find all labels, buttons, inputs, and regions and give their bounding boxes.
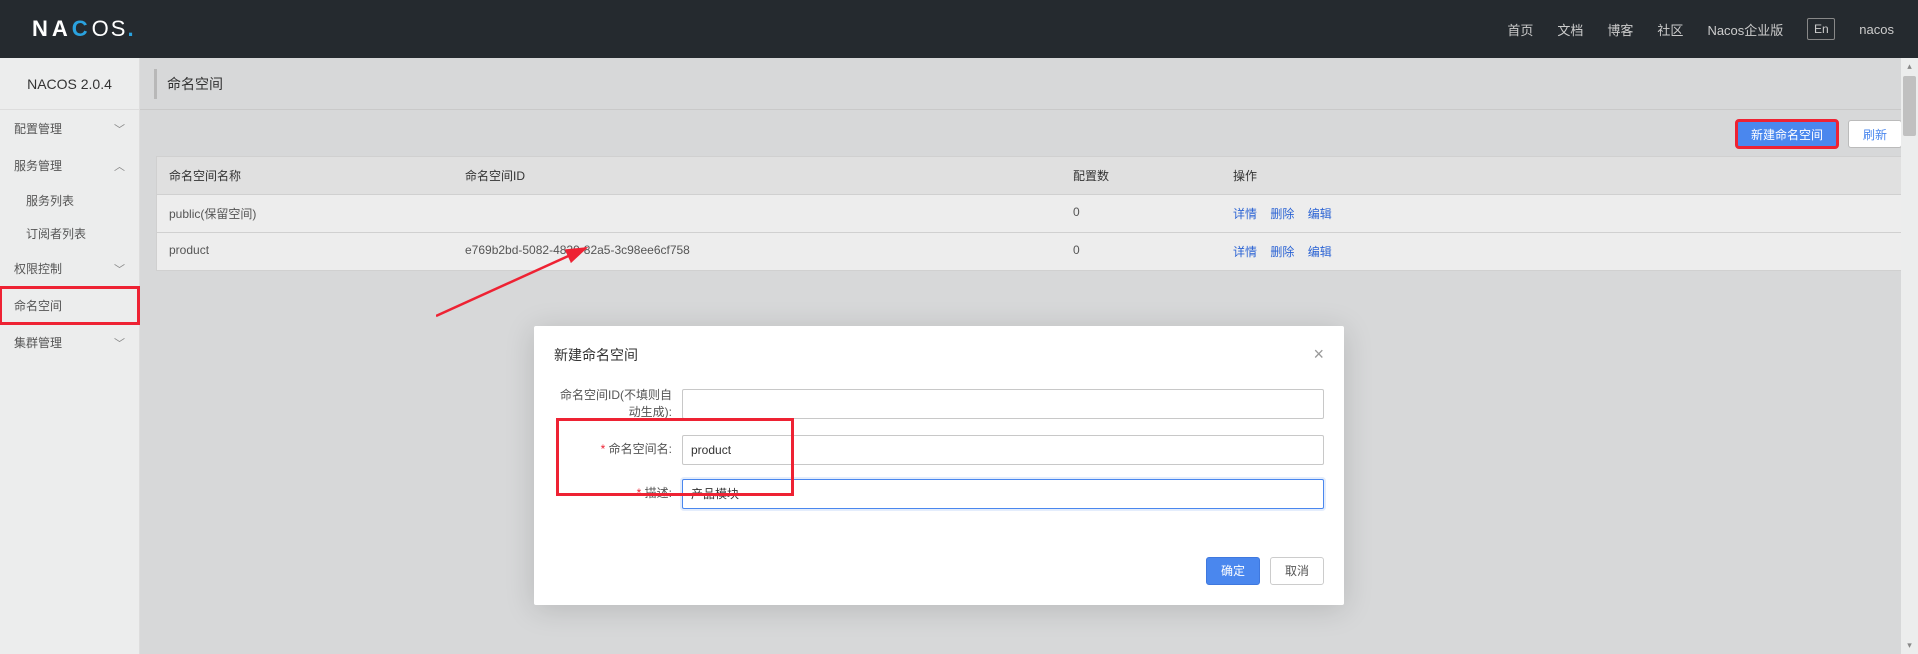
cell-name: public(保留空间) bbox=[157, 195, 453, 232]
op-delete[interactable]: 删除 bbox=[1270, 207, 1294, 221]
nav-user[interactable]: nacos bbox=[1859, 22, 1894, 37]
nav-community[interactable]: 社区 bbox=[1657, 20, 1683, 39]
form-row-id: 命名空间ID(不填则自动生成): bbox=[554, 387, 1324, 421]
op-edit[interactable]: 编辑 bbox=[1308, 207, 1332, 221]
sidebar-label: 命名空间 bbox=[14, 297, 62, 314]
sidebar-item-service-mgmt[interactable]: 服务管理 ︿ bbox=[0, 147, 139, 184]
create-namespace-button[interactable]: 新建命名空间 bbox=[1736, 120, 1838, 148]
cell-cfg: 0 bbox=[1061, 233, 1221, 270]
op-detail[interactable]: 详情 bbox=[1233, 207, 1257, 221]
cell-name: product bbox=[157, 233, 453, 270]
sidebar-label: 集群管理 bbox=[14, 334, 62, 351]
top-header: NACOS. 首页 文档 博客 社区 Nacos企业版 En nacos bbox=[0, 0, 1918, 58]
col-id: 命名空间ID bbox=[453, 157, 1061, 194]
sidebar-item-cluster-mgmt[interactable]: 集群管理 ﹀ bbox=[0, 324, 139, 361]
content-area: 命名空间 新建命名空间 刷新 命名空间名称 命名空间ID 配置数 操作 publ… bbox=[140, 58, 1918, 654]
table-row: product e769b2bd-5082-4829-82a5-3c98ee6c… bbox=[157, 233, 1901, 270]
label-namespace-name: 命名空间名: bbox=[554, 441, 682, 458]
scroll-down-icon[interactable]: ▾ bbox=[1901, 637, 1918, 654]
lang-toggle[interactable]: En bbox=[1807, 18, 1835, 40]
cancel-button[interactable]: 取消 bbox=[1270, 557, 1324, 585]
nav-home[interactable]: 首页 bbox=[1507, 20, 1533, 39]
chevron-down-icon: ﹀ bbox=[114, 335, 125, 351]
table-header: 命名空间名称 命名空间ID 配置数 操作 bbox=[157, 157, 1901, 195]
cell-id: e769b2bd-5082-4829-82a5-3c98ee6cf758 bbox=[453, 233, 1061, 270]
nav-docs[interactable]: 文档 bbox=[1557, 20, 1583, 39]
chevron-down-icon: ﹀ bbox=[114, 121, 125, 137]
page-title: 命名空间 bbox=[154, 69, 223, 99]
sidebar-item-config-mgmt[interactable]: 配置管理 ﹀ bbox=[0, 110, 139, 147]
table-row: public(保留空间) 0 详情 删除 编辑 bbox=[157, 195, 1901, 233]
scrollbar[interactable]: ▴ ▾ bbox=[1901, 58, 1918, 654]
cell-op: 详情 删除 编辑 bbox=[1221, 195, 1901, 232]
namespace-table: 命名空间名称 命名空间ID 配置数 操作 public(保留空间) 0 详情 删… bbox=[156, 156, 1902, 271]
ok-button[interactable]: 确定 bbox=[1206, 557, 1260, 585]
sidebar-label: 服务管理 bbox=[14, 157, 62, 174]
form-row-desc: 描述: bbox=[554, 479, 1324, 509]
op-delete[interactable]: 删除 bbox=[1270, 245, 1294, 259]
refresh-button[interactable]: 刷新 bbox=[1848, 120, 1902, 148]
modal-title: 新建命名空间 bbox=[554, 345, 638, 365]
modal-header: 新建命名空间 × bbox=[534, 326, 1344, 379]
op-edit[interactable]: 编辑 bbox=[1308, 245, 1332, 259]
sidebar-label: 配置管理 bbox=[14, 120, 62, 137]
label-namespace-id: 命名空间ID(不填则自动生成): bbox=[554, 387, 682, 421]
modal-body: 命名空间ID(不填则自动生成): 命名空间名: 描述: bbox=[534, 379, 1344, 543]
toolbar: 新建命名空间 刷新 bbox=[140, 110, 1918, 156]
top-nav: 首页 文档 博客 社区 Nacos企业版 En nacos bbox=[1507, 18, 1894, 40]
nav-enterprise[interactable]: Nacos企业版 bbox=[1707, 20, 1783, 39]
cell-cfg: 0 bbox=[1061, 195, 1221, 232]
sidebar-item-access-control[interactable]: 权限控制 ﹀ bbox=[0, 250, 139, 287]
logo: NACOS. bbox=[32, 16, 138, 42]
sidebar-version: NACOS 2.0.4 bbox=[0, 58, 139, 110]
create-namespace-modal: 新建命名空间 × 命名空间ID(不填则自动生成): 命名空间名: 描述: 确定 bbox=[534, 326, 1344, 605]
sidebar: NACOS 2.0.4 配置管理 ﹀ 服务管理 ︿ 服务列表 订阅者列表 权限控… bbox=[0, 58, 140, 654]
close-icon[interactable]: × bbox=[1313, 344, 1324, 365]
sidebar-sub-subscriber-list[interactable]: 订阅者列表 bbox=[0, 217, 139, 250]
page-title-bar: 命名空间 bbox=[140, 58, 1918, 110]
chevron-down-icon: ﹀ bbox=[114, 261, 125, 277]
col-op: 操作 bbox=[1221, 157, 1901, 194]
namespace-id-field[interactable] bbox=[682, 389, 1324, 419]
chevron-up-icon: ︿ bbox=[114, 158, 125, 174]
modal-footer: 确定 取消 bbox=[534, 543, 1344, 605]
label-desc: 描述: bbox=[554, 485, 682, 502]
col-name: 命名空间名称 bbox=[157, 157, 453, 194]
scroll-up-icon[interactable]: ▴ bbox=[1901, 58, 1918, 75]
cell-op: 详情 删除 编辑 bbox=[1221, 233, 1901, 270]
form-row-name: 命名空间名: bbox=[554, 435, 1324, 465]
sidebar-sub-service-list[interactable]: 服务列表 bbox=[0, 184, 139, 217]
col-cfg: 配置数 bbox=[1061, 157, 1221, 194]
desc-field[interactable] bbox=[682, 479, 1324, 509]
nav-blog[interactable]: 博客 bbox=[1607, 20, 1633, 39]
scroll-thumb[interactable] bbox=[1903, 76, 1916, 136]
namespace-name-field[interactable] bbox=[682, 435, 1324, 465]
sidebar-label: 权限控制 bbox=[14, 260, 62, 277]
sidebar-item-namespace[interactable]: 命名空间 bbox=[0, 287, 139, 324]
cell-id bbox=[453, 195, 1061, 232]
op-detail[interactable]: 详情 bbox=[1233, 245, 1257, 259]
